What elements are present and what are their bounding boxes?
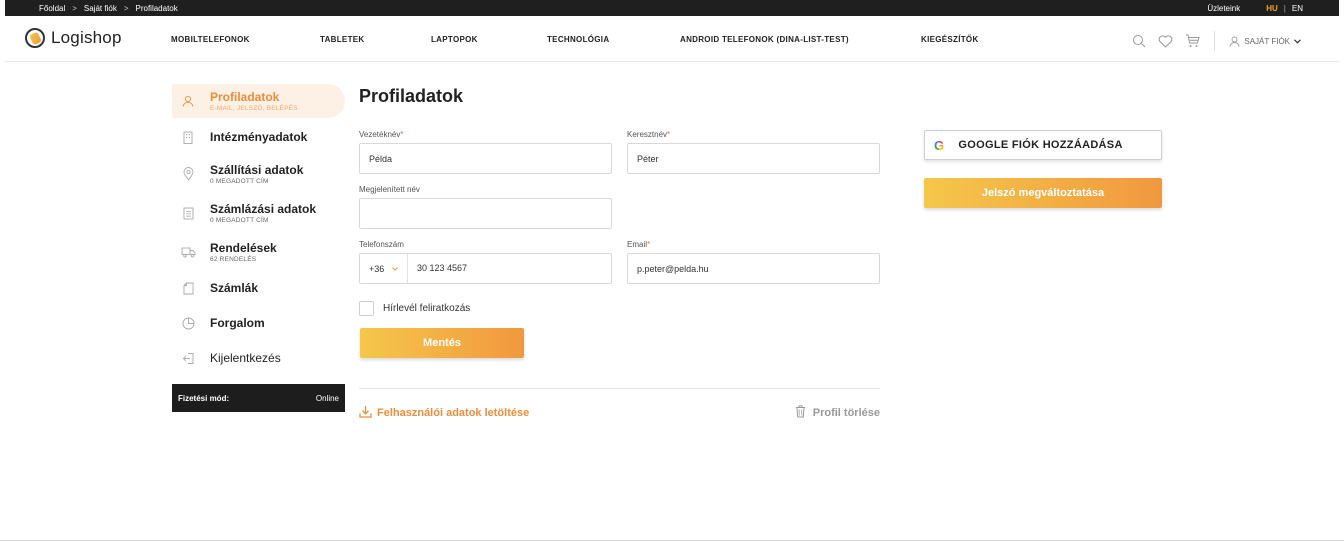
logo[interactable]: Logishop	[25, 28, 122, 48]
top-right-links: Üzleteink HU | EN	[1207, 4, 1303, 13]
lang-hu[interactable]: HU	[1266, 4, 1278, 13]
sidebar-item-sub: 62 RENDELÉS	[210, 256, 257, 263]
sidebar-item-kijelentkezes[interactable]: Kijelentkezés	[172, 341, 345, 375]
newsletter-checkbox[interactable]	[359, 301, 374, 316]
sidebar-item-sub: 0 MEGADOTT CÍM	[210, 217, 269, 224]
newsletter-label: Hírlevél feliratkozás	[383, 303, 471, 314]
user-icon	[1229, 36, 1240, 47]
sidebar-item-forgalom[interactable]: Forgalom	[172, 306, 345, 340]
header-divider	[1214, 31, 1216, 51]
nav-kiegeszitok[interactable]: KIEGÉSZÍTŐK	[921, 35, 979, 44]
nav-laptopok[interactable]: LAPTOPOK	[431, 35, 478, 44]
logo-mark-icon	[25, 28, 45, 48]
page: Főoldal > Saját fiók > Profiladatok Üzle…	[0, 0, 1344, 541]
download-data-link[interactable]: Felhasználói adatok letöltése	[359, 405, 529, 421]
phone-number-value: 30 123 4567	[417, 263, 468, 273]
breadcrumb-current: Profiladatok	[135, 4, 178, 13]
sidebar-item-label: Forgalom	[210, 316, 265, 330]
nav-android-telefonok[interactable]: ANDROID TELEFONOK (DINA-LIST-TEST)	[680, 35, 849, 44]
location-pin-icon	[180, 166, 196, 182]
logo-text: Logishop	[51, 28, 122, 47]
chevron-down-icon	[1294, 38, 1301, 44]
change-password-button[interactable]: Jelszó megváltoztatása	[924, 178, 1162, 208]
logout-icon	[180, 350, 196, 366]
sidebar-item-rendelesek[interactable]: Rendelések 62 RENDELÉS	[172, 235, 345, 269]
user-icon	[180, 93, 196, 109]
account-label: SAJÁT FIÓK	[1244, 36, 1290, 46]
breadcrumb-account[interactable]: Saját fiók	[84, 4, 117, 13]
page-title: Profiladatok	[359, 86, 464, 106]
display-name-label: Megjelenített név	[359, 185, 420, 194]
phone-prefix-select[interactable]: +36	[360, 254, 408, 283]
download-label: Felhasználói adatok letöltése	[377, 407, 530, 419]
sidebar-item-label: Kijelentkezés	[210, 351, 281, 365]
nav-technologia[interactable]: TECHNOLÓGIA	[547, 35, 609, 44]
phone-field[interactable]: +36 30 123 4567	[359, 253, 612, 284]
lang-en[interactable]: EN	[1292, 4, 1303, 13]
sidebar-item-sub: E-MAIL, JELSZÓ, BELÉPÉS	[210, 105, 298, 112]
lang-separator: |	[1283, 4, 1286, 13]
building-icon	[180, 129, 196, 145]
phone-prefix-value: +36	[369, 263, 385, 274]
sidebar-item-label: Számlázási adatok	[210, 202, 317, 216]
stores-link[interactable]: Üzleteink	[1207, 4, 1240, 13]
sidebar-item-szallitasi-adatok[interactable]: Szállítási adatok 0 MEGADOTT CÍM	[172, 157, 345, 191]
sidebar-item-intezmenyadatok[interactable]: Intézményadatok	[172, 120, 345, 154]
sidebar-item-profiladatok[interactable]: Profiladatok E-MAIL, JELSZÓ, BELÉPÉS	[172, 84, 345, 118]
payment-label: Fizetési mód:	[178, 393, 230, 403]
lastname-label: Vezetéknév*	[359, 130, 404, 139]
sidebar-item-label: Szállítási adatok	[210, 163, 304, 177]
download-icon	[359, 405, 372, 421]
invoice-icon	[180, 280, 196, 296]
breadcrumb-home[interactable]: Főoldal	[39, 4, 65, 13]
sidebar-item-szamlak[interactable]: Számlák	[172, 271, 345, 305]
chevron-down-icon	[392, 264, 399, 273]
firstname-field[interactable]: Péter	[627, 143, 880, 174]
trash-icon	[795, 405, 806, 421]
breadcrumb-separator: >	[123, 4, 129, 13]
sidebar-item-label: Számlák	[210, 281, 259, 295]
top-strip: Főoldal > Saját fiók > Profiladatok Üzle…	[5, 0, 1339, 16]
breadcrumb-separator: >	[72, 4, 77, 13]
nav-tabletek[interactable]: TABLETEK	[320, 35, 364, 44]
sidebar-item-label: Profiladatok	[210, 90, 280, 104]
pie-chart-icon	[180, 315, 196, 331]
lastname-field[interactable]: Példa	[359, 143, 612, 174]
document-icon	[180, 205, 196, 221]
breadcrumb: Főoldal > Saját fiók > Profiladatok	[39, 4, 178, 13]
save-button[interactable]: Mentés	[360, 328, 524, 358]
payment-method-box: Fizetési mód: Online	[172, 384, 345, 412]
phone-label: Telefonszám	[359, 240, 404, 249]
account-menu[interactable]: SAJÁT FIÓK	[1229, 36, 1301, 47]
google-icon: G	[934, 137, 945, 153]
sidebar-item-label: Rendelések	[210, 241, 277, 255]
header-icons: SAJÁT FIÓK	[1132, 31, 1301, 51]
truck-icon	[180, 244, 196, 260]
firstname-label: Keresztnév*	[627, 130, 671, 139]
delete-label: Profil törlése	[812, 407, 880, 419]
newsletter-row[interactable]: Hírlevél feliratkozás	[359, 301, 470, 316]
sidebar-item-sub: 0 MEGADOTT CÍM	[210, 178, 269, 185]
cart-icon[interactable]	[1185, 34, 1201, 48]
sidebar-item-szamlazasi-adatok[interactable]: Számlázási adatok 0 MEGADOTT CÍM	[172, 196, 345, 230]
search-icon[interactable]	[1132, 34, 1146, 48]
delete-profile-link[interactable]: Profil törlése	[795, 405, 880, 421]
divider	[359, 388, 880, 389]
add-google-account-button[interactable]: G GOOGLE FIÓK HOZZÁADÁSA	[924, 130, 1162, 160]
nav-mobiltelefonok[interactable]: MOBILTELEFONOK	[171, 35, 250, 44]
heart-icon[interactable]	[1158, 34, 1173, 48]
sidebar-item-label: Intézményadatok	[210, 130, 308, 144]
payment-value: Online	[315, 393, 339, 403]
email-field[interactable]: p.peter@pelda.hu	[627, 253, 880, 284]
email-label: Email*	[627, 240, 651, 249]
site-header: Logishop MOBILTELEFONOK TABLETEK LAPTOPO…	[5, 16, 1339, 62]
display-name-field[interactable]	[359, 198, 612, 229]
google-button-label: GOOGLE FIÓK HOZZÁADÁSA	[958, 139, 1123, 151]
